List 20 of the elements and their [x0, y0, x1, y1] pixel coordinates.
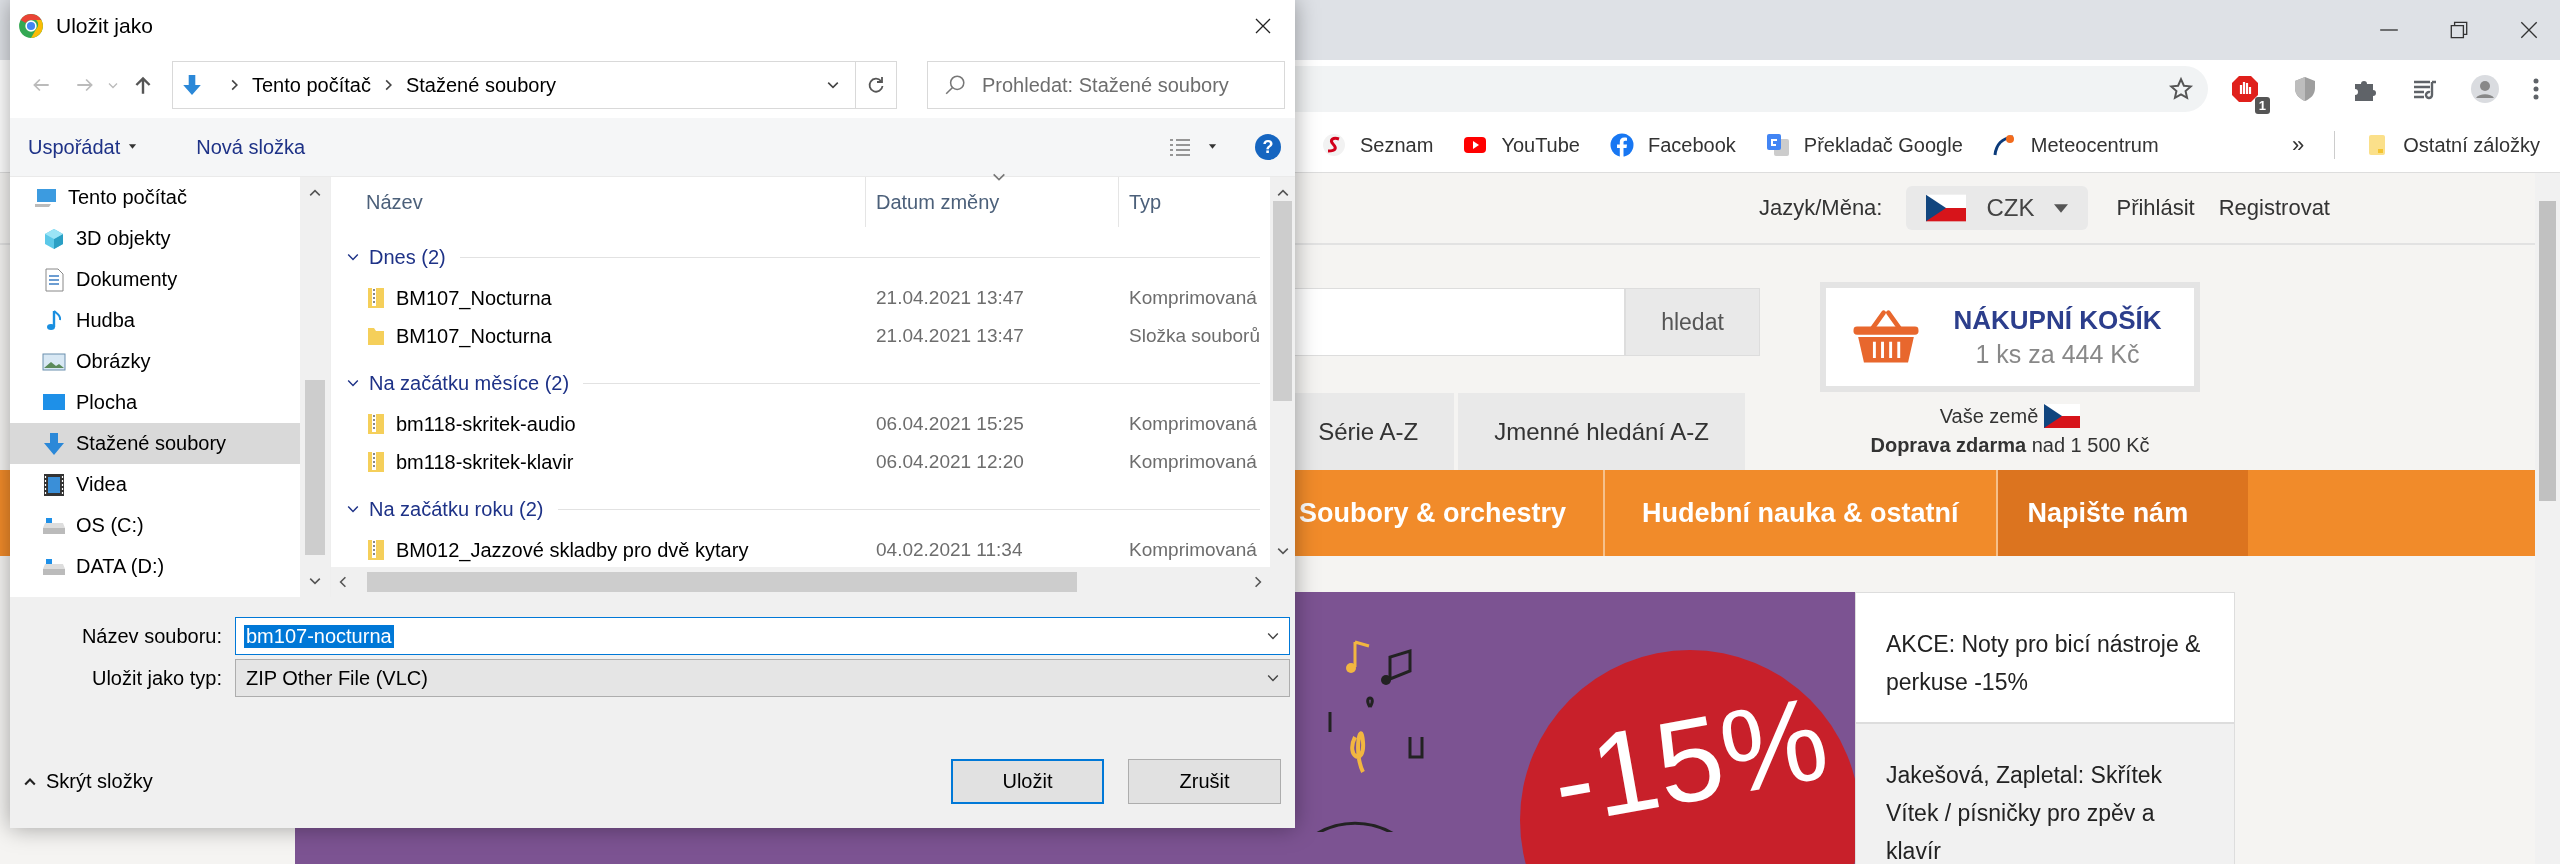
file-date: 04.02.2021 11:34	[876, 539, 1024, 561]
file-type: Složka souborů	[1129, 325, 1261, 347]
cart-title: NÁKUPNÍ KOŠÍK	[1953, 305, 2162, 336]
file-name-label: Název souboru:	[80, 624, 223, 648]
file-date: 21.04.2021 13:47	[876, 287, 1025, 309]
file-type-label: Uložit jako typ:	[90, 666, 223, 690]
file-type: Komprimovaná	[1129, 287, 1258, 309]
extension-badge: 1	[2254, 97, 2270, 114]
file-type: Komprimovaná	[1129, 413, 1258, 435]
file-type: Komprimovaná	[1129, 451, 1258, 473]
discount-badge: -15%	[1520, 650, 1855, 864]
file-date: 06.04.2021 15:25	[876, 413, 1025, 435]
file-date: 21.04.2021 13:47	[876, 325, 1025, 347]
dialog-title: Uložit jako	[56, 14, 153, 38]
shipping-note: Doprava zdarma nad 1 500 Kč	[1870, 434, 2150, 457]
cart-summary: 1 ks za 444 Kč	[1975, 340, 2140, 369]
country-label: Vaše země	[1939, 404, 2039, 428]
file-type: Komprimovaná	[1129, 539, 1258, 561]
language-currency-label: Jazyk/Měna:	[1758, 195, 1883, 221]
file-date: 06.04.2021 12:20	[876, 451, 1025, 473]
